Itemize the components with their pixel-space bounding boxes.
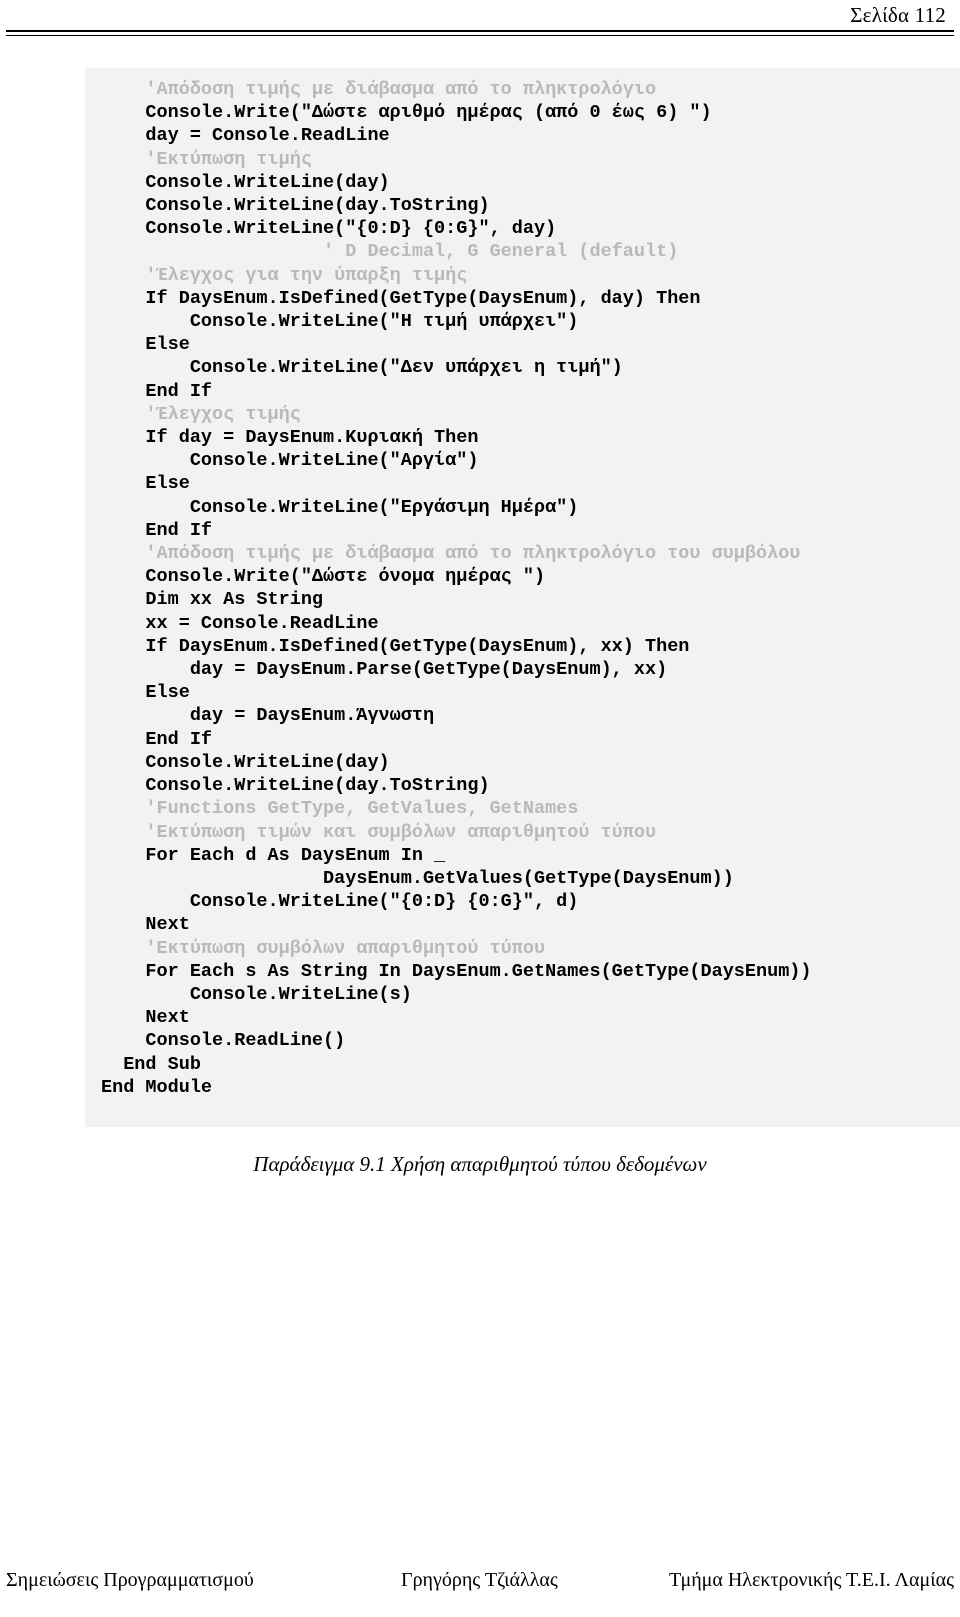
code-line: 'Απόδοση τιμής με διάβασμα από το πληκτρ… — [101, 79, 657, 100]
page-number-label: Σελίδα 112 — [850, 3, 946, 27]
header-rule-thin — [6, 35, 954, 36]
code-line: 'Έλεγχος για την ύπαρξη τιμής — [101, 264, 468, 286]
code-line: Console.ReadLine() — [101, 1030, 346, 1052]
header-rule-thick — [6, 30, 954, 32]
code-line: End If — [101, 519, 213, 541]
code-line: day = DaysEnum.Άγνωστη — [101, 705, 435, 727]
code-line: DaysEnum.GetValues(GetType(DaysEnum)) — [101, 867, 734, 889]
footer-center-text: Γρηγόρης Τζιάλλας — [401, 1569, 558, 1591]
code-line: For Each s As String In DaysEnum.GetName… — [101, 960, 812, 982]
code-line: Console.Write("Δώστε αριθμό ημέρας (από … — [101, 102, 712, 124]
code-line: Else — [101, 682, 190, 704]
code-line: Console.WriteLine("Δεν υπάρχει η τιμή") — [101, 357, 623, 379]
code-line: Console.WriteLine("{0:D} {0:G}", day) — [101, 218, 557, 240]
code-line: ' D Decimal, G General (default) — [101, 241, 679, 263]
code-line: 'Εκτύπωση συμβόλων απαριθμητού τύπου — [101, 937, 546, 959]
page-footer: Σημειώσεις Προγραμματισμού Γρηγόρης Τζιά… — [0, 1569, 960, 1599]
code-line: Else — [101, 334, 190, 356]
code-line: day = DaysEnum.Parse(GetType(DaysEnum), … — [101, 659, 668, 681]
code-line: Console.WriteLine("Εργάσιμη Ημέρα") — [101, 496, 579, 518]
code-listing-block: 'Απόδοση τιμής με διάβασμα από το πληκτρ… — [85, 68, 960, 1127]
code-line: End Sub — [101, 1053, 201, 1075]
code-line: If DaysEnum.IsDefined(GetType(DaysEnum),… — [101, 635, 690, 657]
code-line: Console.WriteLine("Αργία") — [101, 450, 479, 472]
code-line: End If — [101, 380, 213, 402]
code-line: Else — [101, 473, 190, 495]
code-line: End If — [101, 728, 213, 750]
code-line: Console.WriteLine(day) — [101, 171, 390, 193]
figure-caption: Παράδειγμα 9.1 Χρήση απαριθμητού τύπου δ… — [253, 1152, 707, 1176]
code-line: Console.WriteLine("Η τιμή υπάρχει") — [101, 311, 579, 333]
code-line: 'Functions GetType, GetValues, GetNames — [101, 798, 579, 820]
code-line: 'Εκτύπωση τιμών και συμβόλων απαριθμητού… — [101, 821, 657, 843]
code-line: 'Έλεγχος τιμής — [101, 403, 301, 425]
footer-left-text: Σημειώσεις Προγραμματισμού — [6, 1569, 254, 1591]
code-line: 'Εκτύπωση τιμής — [101, 148, 312, 170]
code-line: day = Console.ReadLine — [101, 125, 390, 147]
code-line: Console.WriteLine(day.ToString) — [101, 775, 490, 797]
code-line: End Module — [101, 1076, 213, 1098]
code-line: 'Απόδοση τιμής με διάβασμα από το πληκτρ… — [101, 543, 801, 565]
code-line: Next — [101, 1007, 190, 1029]
code-line: Console.WriteLine(day.ToString) — [101, 195, 490, 217]
code-line: If day = DaysEnum.Κυριακή Then — [101, 427, 479, 449]
code-line: Console.Write("Δώστε όνομα ημέρας ") — [101, 566, 546, 588]
code-line: Console.WriteLine("{0:D} {0:G}", d) — [101, 891, 579, 913]
footer-right-text: Τμήμα Ηλεκτρονικής Τ.Ε.Ι. Λαμίας — [669, 1569, 954, 1591]
code-line: For Each d As DaysEnum In _ — [101, 844, 446, 866]
code-line: Console.WriteLine(day) — [101, 751, 390, 773]
code-line: If DaysEnum.IsDefined(GetType(DaysEnum),… — [101, 287, 701, 309]
page-header: Σελίδα 112 — [0, 0, 960, 40]
code-line: Next — [101, 914, 190, 936]
code-line: Console.WriteLine(s) — [101, 983, 412, 1005]
code-line: xx = Console.ReadLine — [101, 612, 379, 634]
code-line: Dim xx As String — [101, 589, 324, 611]
